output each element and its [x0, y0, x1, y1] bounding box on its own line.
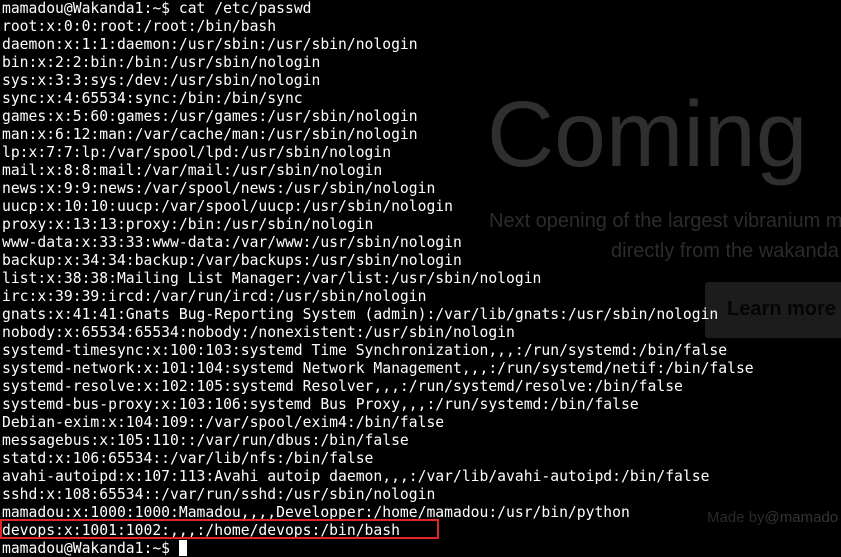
passwd-line: systemd-resolve:x:102:105:systemd Resolv… [2, 378, 683, 395]
passwd-line: games:x:5:60:games:/usr/games:/usr/sbin/… [2, 108, 418, 125]
passwd-line: systemd-timesync:x:100:103:systemd Time … [2, 342, 728, 359]
passwd-line: mail:x:8:8:mail:/var/mail:/usr/sbin/nolo… [2, 162, 383, 179]
passwd-line: news:x:9:9:news:/var/spool/news:/usr/sbi… [2, 180, 436, 197]
passwd-line: nobody:x:65534:65534:nobody:/nonexistent… [2, 324, 515, 341]
prompt: mamadou@Wakanda1:~$ [2, 0, 171, 17]
passwd-line: uucp:x:10:10:uucp:/var/spool/uucp:/usr/s… [2, 198, 453, 215]
passwd-line: messagebus:x:105:110::/var/run/dbus:/bin… [2, 432, 409, 449]
passwd-line: gnats:x:41:41:Gnats Bug-Reporting System… [2, 306, 719, 323]
prompt: mamadou@Wakanda1:~$ [2, 540, 171, 557]
passwd-line: list:x:38:38:Mailing List Manager:/var/l… [2, 270, 542, 287]
passwd-line: lp:x:7:7:lp:/var/spool/lpd:/usr/sbin/nol… [2, 144, 392, 161]
passwd-line: systemd-bus-proxy:x:103:106:systemd Bus … [2, 396, 639, 413]
active-prompt-line[interactable]: mamadou@Wakanda1:~$ [2, 540, 754, 557]
footer-author-link[interactable]: @mamado [765, 509, 839, 526]
command-line: mamadou@Wakanda1:~$ cat /etc/passwd [2, 0, 754, 18]
passwd-line: root:x:0:0:root:/root:/bin/bash [2, 18, 277, 35]
passwd-line: sync:x:4:65534:sync:/bin:/bin/sync [2, 90, 303, 107]
passwd-line: avahi-autoipd:x:107:113:Avahi autoip dae… [2, 468, 710, 485]
passwd-line: www-data:x:33:33:www-data:/var/www:/usr/… [2, 234, 462, 251]
passwd-line: daemon:x:1:1:daemon:/usr/sbin:/usr/sbin/… [2, 36, 418, 53]
passwd-line: sys:x:3:3:sys:/dev:/usr/sbin/nologin [2, 72, 321, 89]
passwd-line: statd:x:106:65534::/var/lib/nfs:/bin/fal… [2, 450, 374, 467]
passwd-line: man:x:6:12:man:/var/cache/man:/usr/sbin/… [2, 126, 418, 143]
passwd-line: systemd-network:x:101:104:systemd Networ… [2, 360, 754, 377]
passwd-line: irc:x:39:39:ircd:/var/run/ircd:/usr/sbin… [2, 288, 427, 305]
passwd-line: proxy:x:13:13:proxy:/bin:/usr/sbin/nolog… [2, 216, 374, 233]
command: cat /etc/passwd [178, 0, 312, 17]
devops-highlight-box [0, 519, 439, 539]
passwd-line: Debian-exim:x:104:109::/var/spool/exim4:… [2, 414, 445, 431]
passwd-line: bin:x:2:2:bin:/bin:/usr/sbin/nologin [2, 54, 321, 71]
text-cursor [178, 540, 187, 556]
passwd-line: sshd:x:108:65534::/var/run/sshd:/usr/sbi… [2, 486, 436, 503]
passwd-line: backup:x:34:34:backup:/var/backups:/usr/… [2, 252, 462, 269]
terminal-output[interactable]: mamadou@Wakanda1:~$ cat /etc/passwd root… [2, 0, 754, 557]
